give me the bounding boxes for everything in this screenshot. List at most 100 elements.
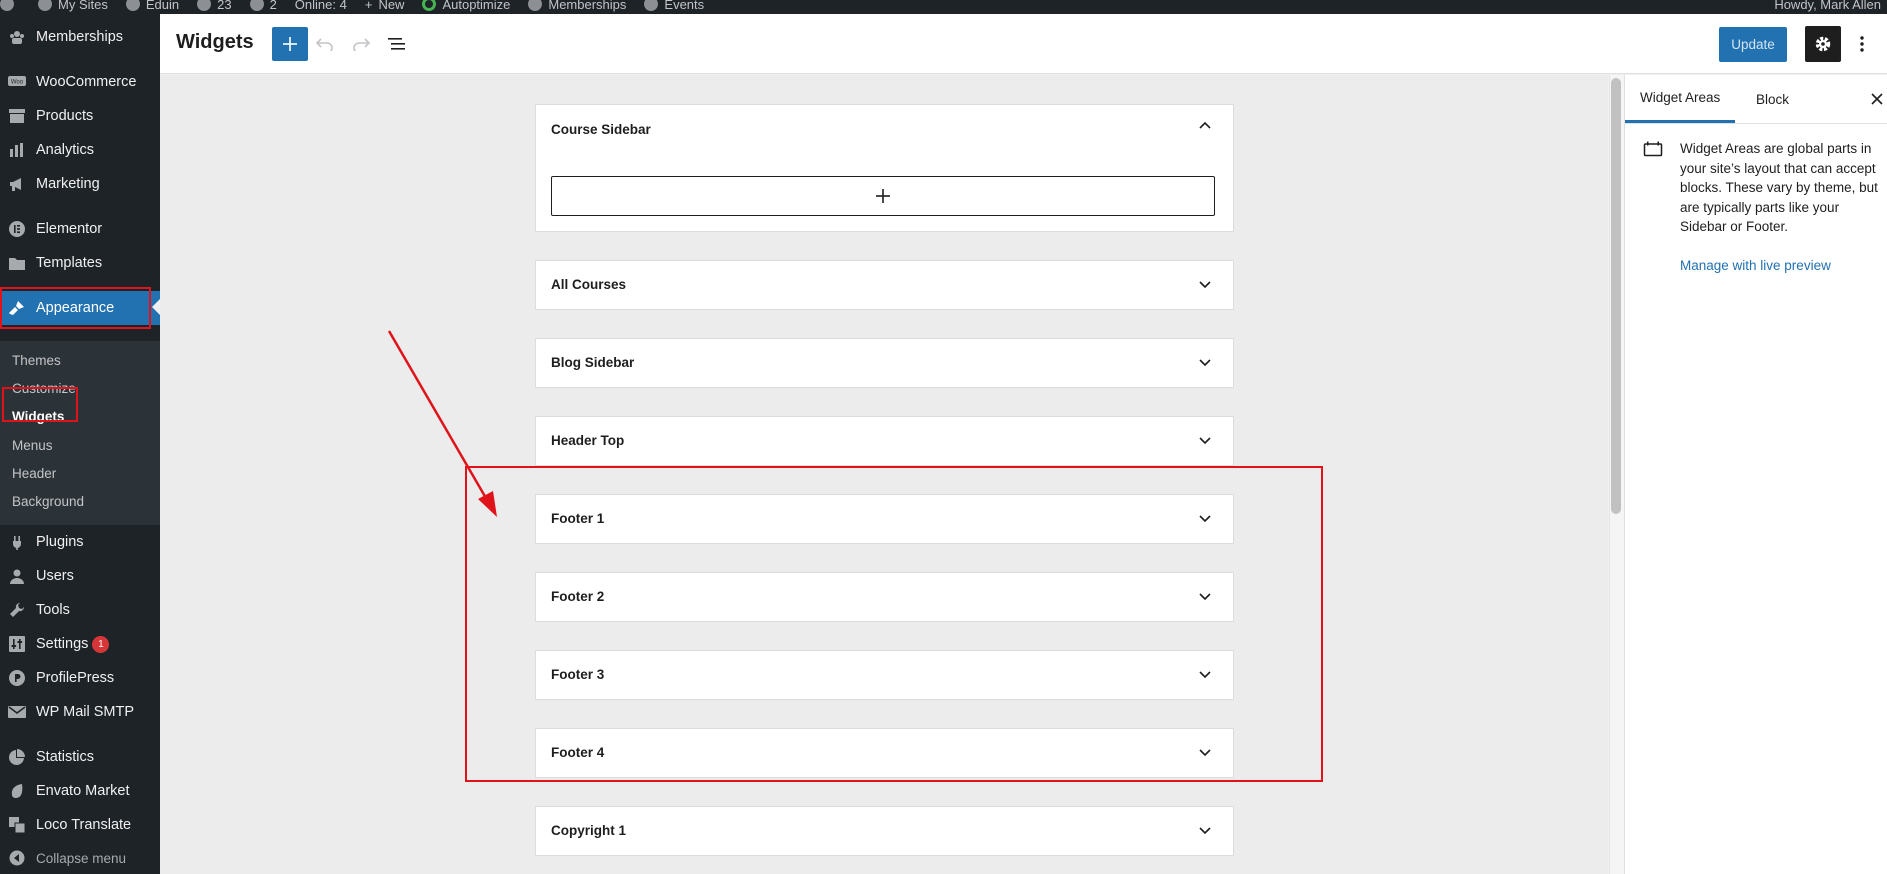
menu-item-settings[interactable]: Settings 1 [0, 627, 160, 661]
admin-bar-online[interactable]: Online: 4 [295, 0, 347, 12]
chevron-down-icon[interactable] [1197, 589, 1213, 605]
submenu-widgets[interactable]: Widgets [12, 407, 64, 427]
chevron-down-icon[interactable] [1197, 511, 1213, 527]
settings-sidebar: Widget Areas Block Widget Areas are glob… [1624, 75, 1887, 874]
editor-header: Widgets Update [160, 14, 1887, 74]
submenu-customize[interactable]: Customize [12, 379, 76, 399]
mail-icon [8, 704, 26, 720]
envato-leaf-icon [8, 783, 26, 799]
more-options-button[interactable] [1850, 26, 1874, 62]
wrench-icon [8, 602, 26, 618]
settings-toggle-button[interactable] [1805, 26, 1841, 62]
chevron-down-icon[interactable] [1197, 823, 1213, 839]
menu-item-envato-market[interactable]: Envato Market [0, 774, 160, 808]
menu-item-tools[interactable]: Tools [0, 593, 160, 627]
woocommerce-icon: Woo [8, 74, 26, 90]
wp-logo-icon[interactable] [0, 0, 20, 11]
admin-bar-comments[interactable]: 2 [249, 0, 277, 12]
pie-chart-icon [8, 749, 26, 765]
close-sidebar-button[interactable] [1869, 89, 1885, 109]
add-block-button[interactable] [551, 176, 1215, 216]
admin-bar-memberships[interactable]: Memberships [528, 0, 626, 12]
admin-bar-updates[interactable]: 23 [197, 0, 232, 12]
admin-bar-autoptimize[interactable]: Autoptimize [422, 0, 510, 12]
menu-item-loco-translate[interactable]: Loco Translate [0, 808, 160, 842]
collapse-icon [8, 850, 26, 866]
gear-icon [1815, 36, 1831, 52]
chevron-down-icon[interactable] [1197, 433, 1213, 449]
menu-item-elementor[interactable]: Elementor [0, 212, 160, 246]
submenu-background[interactable]: Background [12, 492, 84, 512]
menu-item-plugins[interactable]: Plugins [0, 525, 160, 559]
plugins-icon [8, 534, 26, 550]
home-icon [125, 0, 140, 11]
scrollbar-thumb[interactable] [1611, 78, 1621, 514]
chevron-down-icon[interactable] [1197, 745, 1213, 761]
updates-icon [197, 0, 212, 11]
tab-widget-areas[interactable]: Widget Areas [1625, 75, 1736, 123]
admin-bar-new[interactable]: + New [365, 0, 405, 12]
widget-area-footer-1[interactable]: Footer 1 [535, 494, 1234, 544]
admin-menu: Memberships Woo WooCommerce Products Ana… [0, 14, 160, 874]
admin-bar-events[interactable]: Events [644, 0, 704, 12]
chevron-up-icon[interactable] [1197, 117, 1213, 133]
menu-item-templates[interactable]: Templates [0, 246, 160, 280]
widget-areas-description: Widget Areas are global parts in your si… [1680, 141, 1878, 234]
undo-button[interactable] [307, 27, 343, 61]
chevron-down-icon[interactable] [1197, 277, 1213, 293]
menu-item-woocommerce[interactable]: Woo WooCommerce [0, 65, 160, 99]
widget-area-copyright-1[interactable]: Copyright 1 [535, 806, 1234, 856]
menu-item-statistics[interactable]: Statistics [0, 740, 160, 774]
menu-item-appearance[interactable]: Appearance [0, 291, 160, 325]
menu-item-marketing[interactable]: Marketing [0, 167, 160, 201]
submenu-themes[interactable]: Themes [12, 351, 61, 371]
widget-area-footer-2[interactable]: Footer 2 [535, 572, 1234, 622]
translate-icon [8, 817, 26, 833]
collapse-menu-button[interactable]: Collapse menu [0, 841, 160, 874]
admin-bar-account[interactable]: Howdy, Mark Allen [1774, 0, 1881, 14]
tabs-divider [1625, 123, 1887, 124]
paintbrush-icon [8, 300, 26, 316]
sites-icon [38, 0, 52, 11]
widget-area-footer-4[interactable]: Footer 4 [535, 728, 1234, 778]
page-title: Widgets [176, 31, 254, 53]
widget-area-header-top[interactable]: Header Top [535, 416, 1234, 466]
widget-area-all-courses[interactable]: All Courses [535, 260, 1234, 310]
submenu-menus[interactable]: Menus [12, 436, 53, 456]
admin-bar-site[interactable]: Eduin [125, 0, 179, 12]
widget-area-title[interactable]: Course Sidebar [551, 122, 651, 137]
groups-icon [8, 29, 26, 45]
menu-item-memberships[interactable]: Memberships [0, 20, 160, 54]
menu-item-analytics[interactable]: Analytics [0, 133, 160, 167]
plus-icon [283, 37, 297, 51]
menu-item-users[interactable]: Users [0, 559, 160, 593]
tab-block[interactable]: Block [1756, 75, 1789, 123]
undo-icon [316, 38, 333, 51]
menu-item-profilepress[interactable]: ProfilePress [0, 661, 160, 695]
redo-button[interactable] [343, 27, 379, 61]
manage-live-preview-link[interactable]: Manage with live preview [1680, 258, 1831, 273]
widget-area-title: Footer 1 [551, 511, 605, 526]
redo-icon [353, 38, 370, 51]
widgets-canvas: Course Sidebar All Courses Blog Sidebar … [160, 75, 1608, 874]
plus-icon: + [364, 0, 373, 12]
admin-bar-my-sites[interactable]: My Sites [38, 0, 108, 12]
block-inserter-button[interactable] [272, 27, 308, 61]
widget-area-title: Footer 2 [551, 589, 605, 604]
close-icon [1871, 93, 1883, 105]
widget-area-blog-sidebar[interactable]: Blog Sidebar [535, 338, 1234, 388]
comments-icon [249, 0, 264, 11]
chevron-down-icon[interactable] [1197, 667, 1213, 683]
admin-bar: My Sites Eduin 23 2 Online: 4 + New Autop… [0, 0, 1887, 14]
list-view-button[interactable] [379, 27, 415, 61]
widget-area-title: Footer 4 [551, 745, 605, 760]
folder-icon [8, 255, 26, 271]
menu-item-products[interactable]: Products [0, 99, 160, 133]
chevron-down-icon[interactable] [1197, 355, 1213, 371]
widget-area-footer-3[interactable]: Footer 3 [535, 650, 1234, 700]
chart-bar-icon [8, 142, 26, 158]
submenu-header[interactable]: Header [12, 464, 56, 484]
settings-sliders-icon [8, 636, 26, 652]
update-button[interactable]: Update [1719, 27, 1787, 62]
menu-item-wp-mail-smtp[interactable]: WP Mail SMTP [0, 695, 160, 729]
